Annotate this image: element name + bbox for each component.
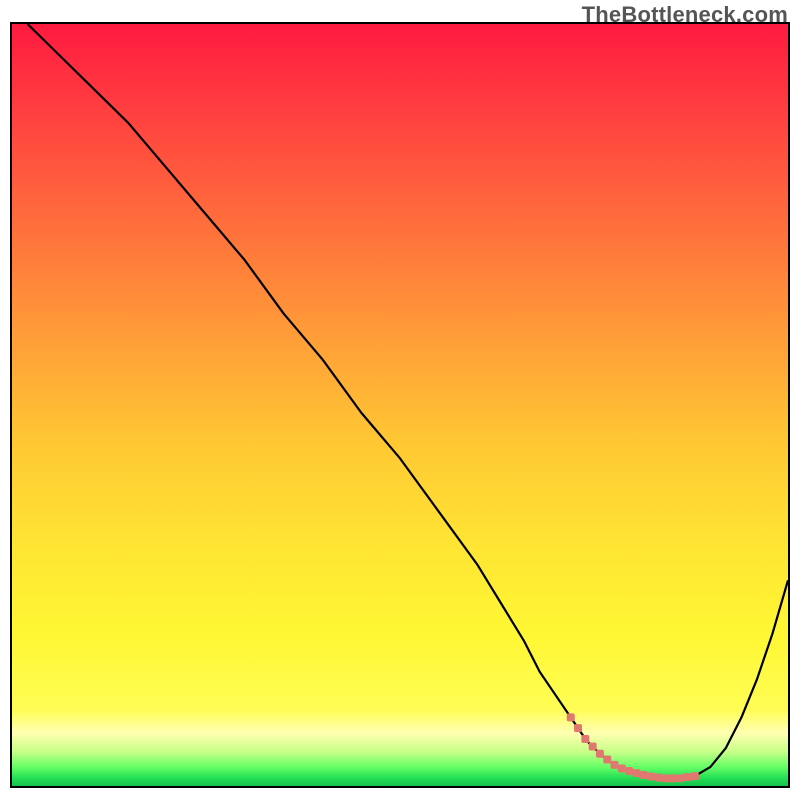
chart-container: TheBottleneck.com [0,0,800,800]
watermark-text: TheBottleneck.com [582,2,788,28]
plot-area [10,22,790,788]
bottleneck-curve [12,24,788,786]
minimum-highlight [567,713,699,782]
